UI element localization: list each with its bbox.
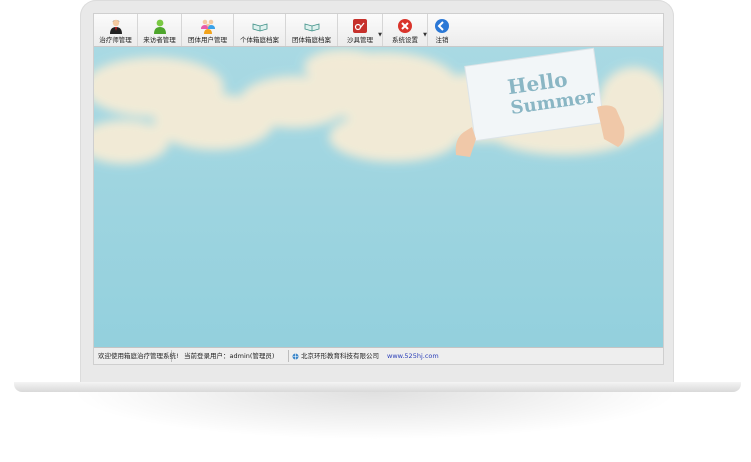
individual-archive-button[interactable]: 个体箱庭档案	[234, 14, 286, 46]
sand-tool-icon	[353, 19, 367, 33]
main-content: Hello Summer	[94, 47, 663, 347]
system-settings-label: 系统设置	[392, 36, 418, 44]
book-icon	[252, 23, 267, 32]
therapist-icon	[109, 19, 122, 34]
settings-icon	[398, 19, 412, 33]
book-icon	[304, 23, 319, 32]
logout-button[interactable]: 注销	[428, 14, 456, 46]
app-window: 治疗师管理 来访者管理 团体用户管理 个体箱庭档案 团体箱庭档案 沙具管理 ▼ …	[93, 13, 664, 365]
status-current-user: 当前登录用户：admin(管理员)	[172, 350, 289, 362]
website-link[interactable]: www.525hj.com	[383, 352, 443, 360]
chevron-down-icon[interactable]: ▼	[378, 32, 382, 38]
status-welcome: 欢迎使用箱庭治疗管理系统!	[94, 350, 179, 362]
individual-archive-label: 个体箱庭档案	[240, 36, 279, 44]
group-archive-button[interactable]: 团体箱庭档案	[286, 14, 338, 46]
group-users-icon	[200, 19, 215, 34]
visitor-manage-button[interactable]: 来访者管理	[138, 14, 182, 46]
logout-label: 注销	[435, 36, 449, 44]
therapist-manage-label: 治疗师管理	[99, 36, 132, 44]
system-settings-button[interactable]: 系统设置 ▼	[383, 14, 428, 46]
visitor-manage-label: 来访者管理	[143, 36, 176, 44]
group-archive-label: 团体箱庭档案	[292, 36, 331, 44]
sand-tool-manage-button[interactable]: 沙具管理 ▼	[338, 14, 383, 46]
status-bar: 欢迎使用箱庭治疗管理系统! 当前登录用户：admin(管理员) 北京环形教育科技…	[94, 347, 663, 364]
group-user-manage-button[interactable]: 团体用户管理	[182, 14, 234, 46]
globe-icon	[292, 353, 299, 359]
sand-tool-manage-label: 沙具管理	[347, 36, 373, 44]
logout-icon	[435, 19, 449, 33]
visitor-icon	[153, 19, 166, 34]
group-user-manage-label: 团体用户管理	[188, 36, 227, 44]
chevron-down-icon[interactable]: ▼	[423, 32, 427, 38]
main-toolbar: 治疗师管理 来访者管理 团体用户管理 个体箱庭档案 团体箱庭档案 沙具管理 ▼ …	[94, 14, 663, 47]
laptop-base	[14, 382, 741, 392]
therapist-manage-button[interactable]: 治疗师管理	[94, 14, 138, 46]
company-name: 北京环形教育科技有限公司	[301, 352, 379, 360]
laptop-shadow	[70, 392, 680, 440]
status-company: 北京环形教育科技有限公司	[289, 350, 383, 362]
